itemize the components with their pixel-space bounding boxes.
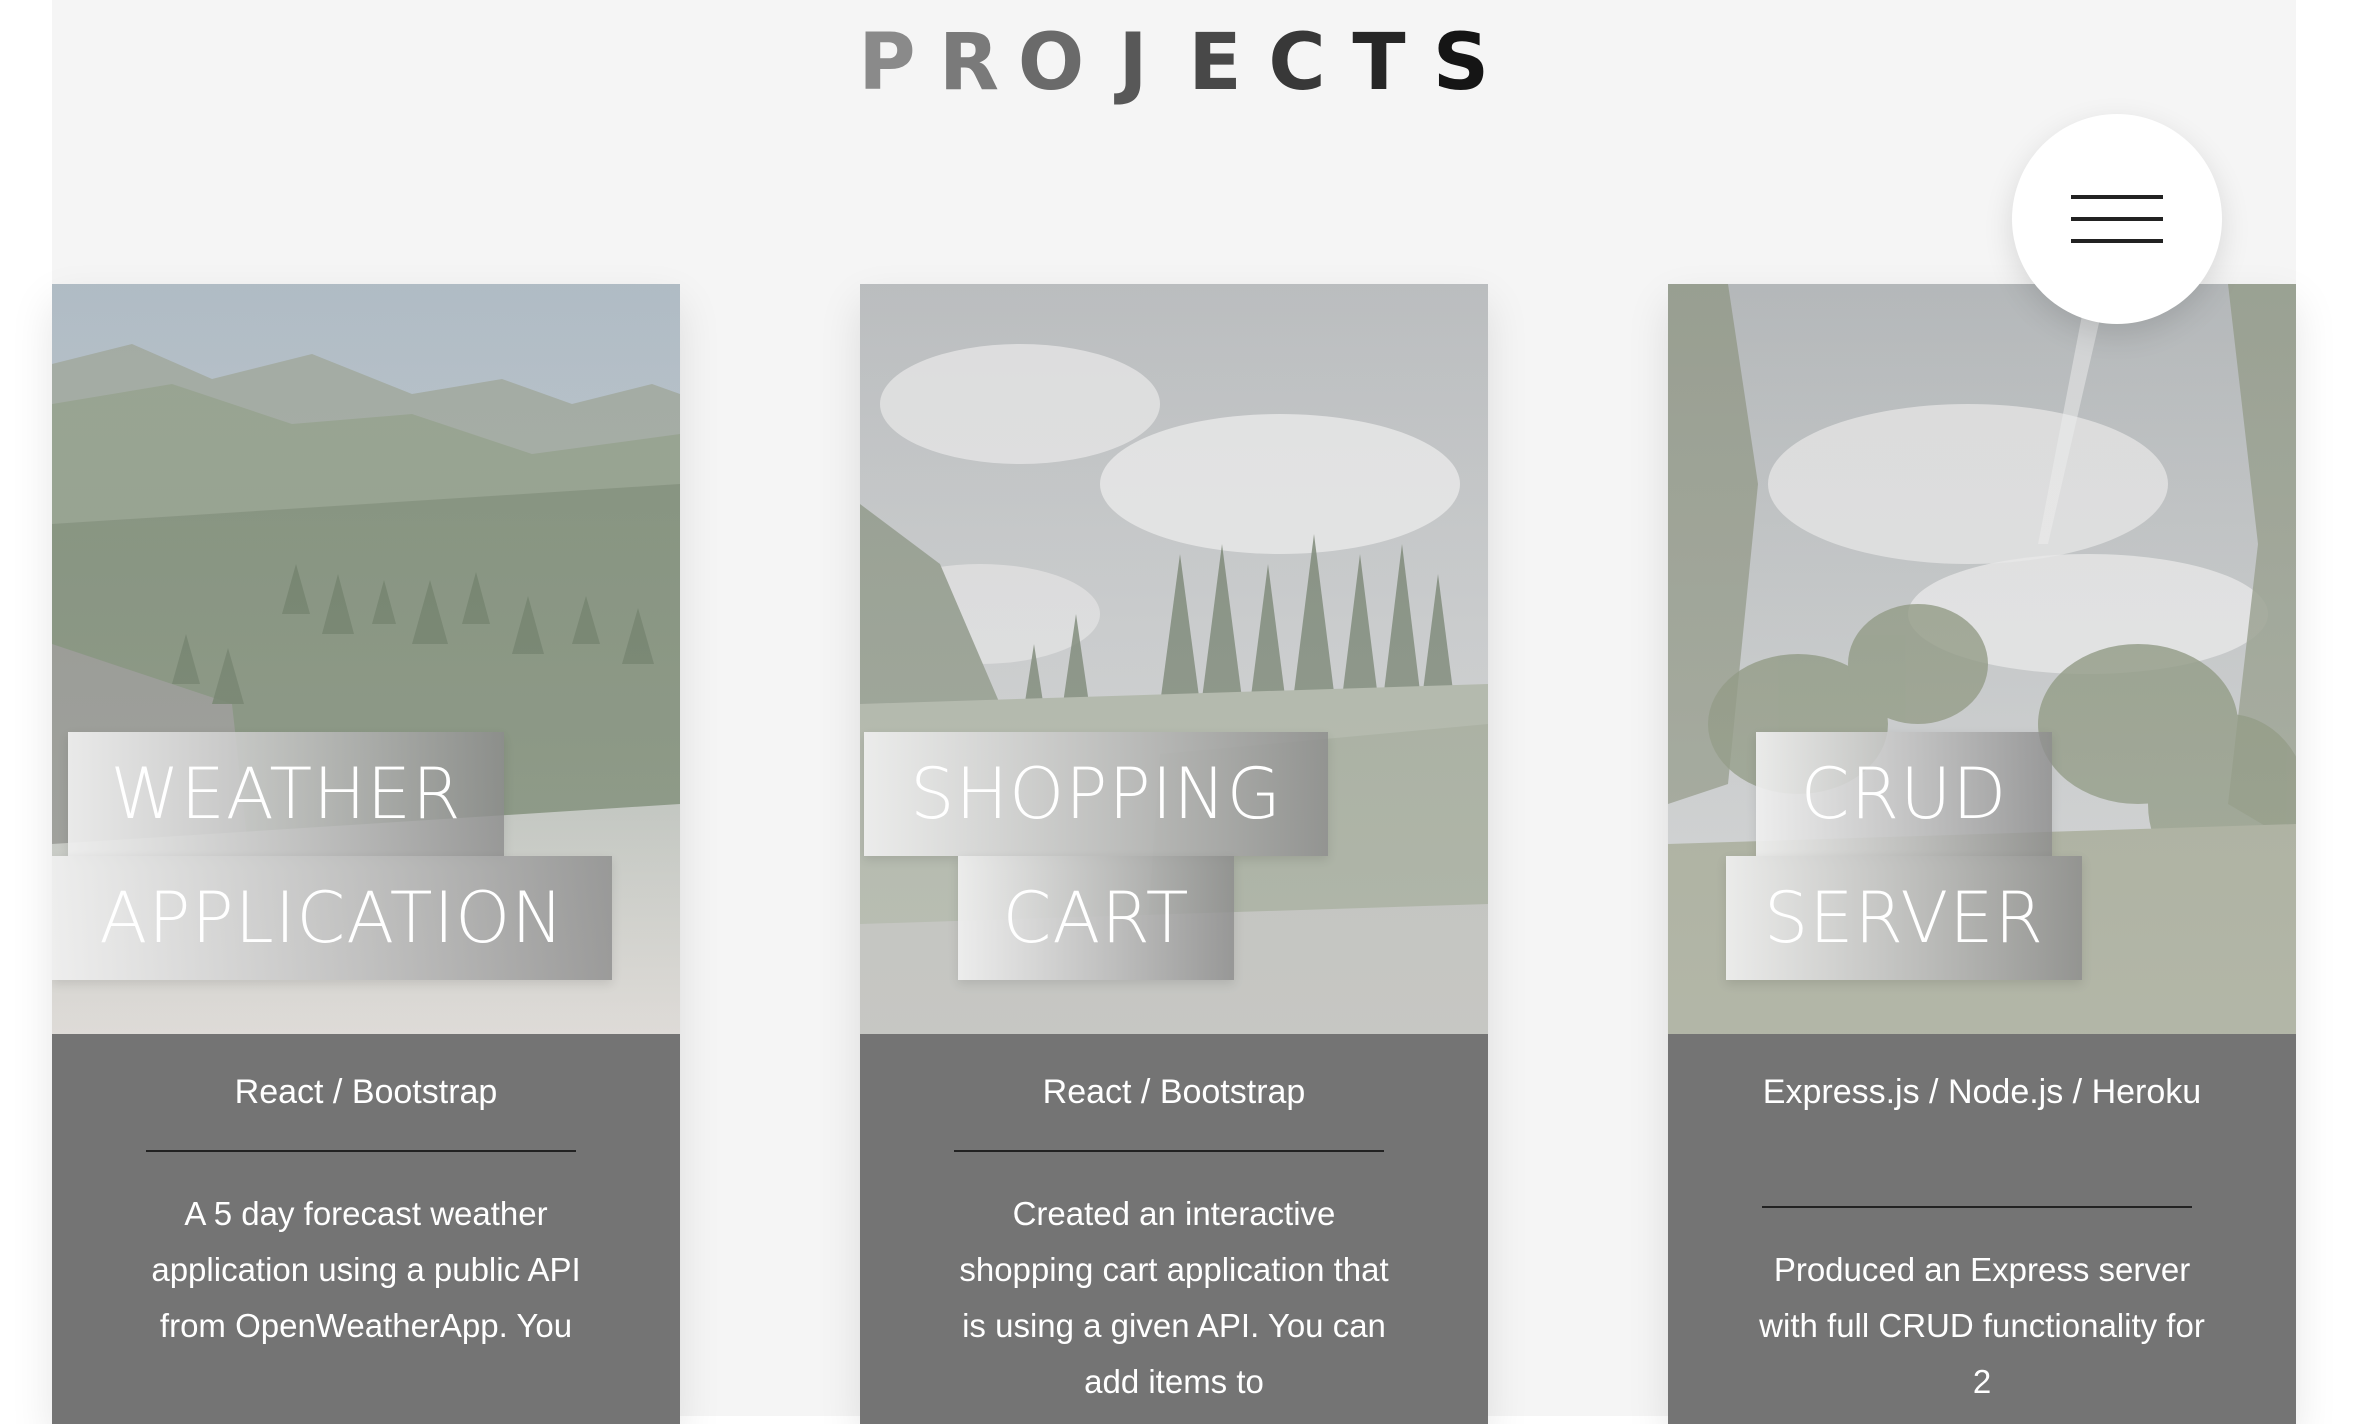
project-tech-stack: React / Bootstrap (234, 1073, 498, 1111)
title-letter: P (858, 18, 916, 108)
title-letter: C (1268, 18, 1326, 108)
project-image-weather: WEATHER APPLICATION (52, 284, 680, 1034)
project-title-line2: CART (958, 856, 1234, 980)
title-letter: S (1432, 18, 1490, 108)
project-description: A 5 day forecast weather application usi… (151, 1195, 581, 1344)
title-letter: R (938, 18, 1000, 108)
project-title-line2: APPLICATION (52, 856, 612, 980)
project-card-shopping-cart[interactable]: SHOPPING CART React / Bootstrap Created … (860, 284, 1488, 1424)
title-letter: J (1118, 18, 1148, 108)
divider (954, 1150, 1384, 1152)
project-tech-stack: React / Bootstrap (1042, 1073, 1306, 1111)
menu-button[interactable] (2012, 114, 2222, 324)
project-description: Produced an Express server with full CRU… (1759, 1251, 2205, 1400)
divider (146, 1150, 576, 1152)
project-title-line1: CRUD (1756, 732, 2052, 856)
project-details-shopping-cart: React / Bootstrap Created an interactive… (860, 1034, 1488, 1424)
divider (1762, 1206, 2192, 1208)
project-title-line1: SHOPPING (864, 732, 1328, 856)
project-title-line1: WEATHER (68, 732, 504, 856)
project-description: Created an interactive shopping cart app… (959, 1195, 1389, 1400)
page-title: PROJECTS (52, 18, 2296, 118)
project-card-crud-server[interactable]: CRUD SERVER Express.js / Node.js / Herok… (1668, 284, 2296, 1424)
projects-section: PROJECTS WEATHER APPLICATION React / Boo… (52, 0, 2296, 1424)
title-letter: O (1017, 18, 1085, 108)
project-image-shopping-cart: SHOPPING CART (860, 284, 1488, 1034)
project-details-weather: React / Bootstrap A 5 day forecast weath… (52, 1034, 680, 1424)
title-letter: E (1188, 18, 1242, 108)
project-tech-stack: Express.js / Node.js / Heroku (1762, 1073, 2202, 1111)
project-image-crud-server: CRUD SERVER (1668, 284, 2296, 1034)
project-title-line2: SERVER (1726, 856, 2082, 980)
project-details-crud-server: Express.js / Node.js / Heroku Produced a… (1668, 1034, 2296, 1424)
title-letter: T (1352, 18, 1406, 108)
project-card-weather[interactable]: WEATHER APPLICATION React / Bootstrap A … (52, 284, 680, 1424)
